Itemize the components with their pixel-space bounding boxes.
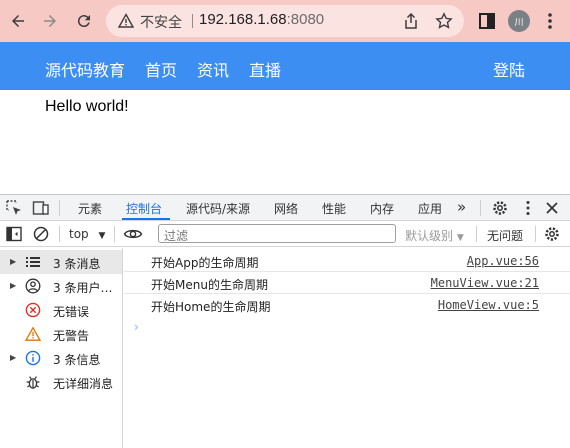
error-icon bbox=[25, 302, 41, 318]
sidebar-item-warnings[interactable]: 无警告 bbox=[0, 322, 122, 346]
warning-icon bbox=[25, 326, 41, 341]
tab-sources[interactable]: 源代码/来源 bbox=[186, 200, 250, 217]
issues-counter[interactable]: 无问题 bbox=[487, 227, 523, 244]
sidebar-item-label: 无详细消息 bbox=[53, 377, 114, 391]
log-levels-label: 默认级别 bbox=[405, 229, 454, 243]
sidebar-item-errors[interactable]: 无错误 bbox=[0, 298, 122, 322]
browser-toolbar: 不安全 192.168.1.68:8080 川 bbox=[0, 0, 570, 42]
context-value: top bbox=[69, 227, 89, 241]
sidebar-item-user-messages[interactable]: ▶ 3 条用户… bbox=[0, 274, 122, 298]
warning-triangle-icon bbox=[118, 13, 134, 28]
reload-icon bbox=[77, 15, 90, 28]
active-tab-indicator bbox=[122, 218, 170, 220]
console-log-row: 开始App的生命周期 App.vue:56 bbox=[124, 251, 570, 272]
sidebar-item-messages[interactable]: ▶ 3 条消息 bbox=[0, 250, 122, 274]
console-prompt[interactable]: › bbox=[134, 320, 139, 334]
more-menu-icon[interactable] bbox=[540, 11, 560, 31]
url-text[interactable]: 192.168.1.68:8080 bbox=[199, 11, 324, 28]
bookmark-star-icon[interactable] bbox=[435, 12, 453, 30]
console-sidebar: ▶ 3 条消息 ▶ 3 条用户… 无错误 无警告 ▶ 3 条信息 无详细消息 bbox=[0, 248, 123, 448]
console-log-row: 开始Home的生命周期 HomeView.vue:5 bbox=[124, 295, 570, 316]
filter-placeholder: 过滤 bbox=[164, 229, 189, 243]
nav-link-home[interactable]: 首页 bbox=[145, 57, 177, 81]
address-bar[interactable]: 不安全 192.168.1.68:8080 bbox=[106, 5, 464, 37]
eye-icon[interactable] bbox=[123, 225, 143, 243]
more-tabs-button[interactable]: » bbox=[457, 198, 466, 216]
back-button[interactable] bbox=[6, 9, 30, 33]
log-levels-dropdown[interactable]: 默认级别 ▼ bbox=[405, 227, 464, 244]
user-icon bbox=[25, 278, 41, 294]
forward-button[interactable] bbox=[38, 9, 62, 33]
device-toolbar-icon[interactable] bbox=[32, 199, 50, 217]
expand-caret-icon[interactable]: ▶ bbox=[10, 257, 16, 266]
tab-console[interactable]: 控制台 bbox=[126, 200, 162, 217]
log-message: 开始Home的生命周期 bbox=[151, 300, 271, 314]
insecure-label[interactable]: 不安全 bbox=[140, 12, 182, 32]
info-icon bbox=[25, 350, 41, 366]
console-log-row: 开始Menu的生命周期 MenuView.vue:21 bbox=[124, 273, 570, 294]
reload-button[interactable] bbox=[72, 9, 96, 33]
arrow-right-icon bbox=[44, 15, 56, 27]
log-source-link[interactable]: App.vue:56 bbox=[467, 254, 539, 268]
console-filterbar: top ▼ 过滤 默认级别 ▼ 无问题 bbox=[0, 221, 570, 247]
arrow-left-icon bbox=[12, 15, 24, 27]
inspect-element-icon[interactable] bbox=[5, 199, 23, 217]
expand-caret-icon[interactable]: ▶ bbox=[10, 281, 16, 290]
sidebar-toggle-icon[interactable] bbox=[5, 225, 23, 243]
sidebar-item-verbose[interactable]: 无详细消息 bbox=[0, 370, 122, 394]
log-message: 开始App的生命周期 bbox=[151, 256, 259, 270]
expand-caret-icon[interactable]: ▶ bbox=[10, 353, 16, 362]
sidebar-item-label: 3 条用户… bbox=[53, 281, 113, 295]
nav-link-live[interactable]: 直播 bbox=[249, 57, 281, 81]
sidebar-item-label: 无警告 bbox=[53, 329, 90, 343]
url-host: 192.168.1.68 bbox=[199, 11, 287, 28]
settings-gear-icon[interactable] bbox=[491, 199, 509, 217]
tab-memory[interactable]: 内存 bbox=[370, 200, 394, 217]
chevron-down-icon: ▼ bbox=[456, 233, 464, 243]
tab-application[interactable]: 应用 bbox=[418, 200, 442, 217]
clear-console-icon[interactable] bbox=[32, 225, 50, 243]
nav-link-brand[interactable]: 源代码教育 bbox=[45, 57, 125, 81]
tab-performance[interactable]: 性能 bbox=[322, 200, 346, 217]
log-source-link[interactable]: MenuView.vue:21 bbox=[431, 276, 539, 290]
omnibox-divider bbox=[192, 14, 193, 28]
tab-elements[interactable]: 元素 bbox=[78, 200, 102, 217]
filterbar-separator bbox=[59, 226, 60, 242]
nav-link-news[interactable]: 资讯 bbox=[197, 57, 229, 81]
share-icon[interactable] bbox=[402, 12, 420, 30]
devtools-tabbar: 元素 控制台 源代码/来源 网络 性能 内存 应用 » bbox=[0, 195, 570, 221]
filterbar-separator-2 bbox=[114, 226, 115, 242]
log-message: 开始Menu的生命周期 bbox=[151, 278, 268, 292]
tabbar-separator-right bbox=[480, 200, 481, 216]
login-link[interactable]: 登陆 bbox=[493, 57, 525, 81]
profile-avatar[interactable]: 川 bbox=[508, 10, 530, 32]
log-source-link[interactable]: HomeView.vue:5 bbox=[438, 298, 539, 312]
close-icon[interactable] bbox=[543, 199, 561, 217]
bug-icon bbox=[26, 376, 40, 389]
hello-text: Hello world! bbox=[45, 98, 129, 115]
chevron-down-icon: ▼ bbox=[98, 231, 106, 241]
filterbar-separator-4 bbox=[535, 226, 536, 242]
url-port: :8080 bbox=[286, 11, 325, 28]
sidebar-item-label: 3 条信息 bbox=[53, 353, 101, 367]
context-selector[interactable]: top ▼ bbox=[69, 227, 105, 241]
site-navbar: 源代码教育 首页 资讯 直播 登陆 bbox=[0, 42, 570, 90]
tab-network[interactable]: 网络 bbox=[274, 200, 298, 217]
list-icon bbox=[26, 257, 40, 267]
tabbar-separator bbox=[59, 200, 60, 216]
devtools-menu-icon[interactable] bbox=[519, 199, 537, 217]
side-panel-icon[interactable] bbox=[477, 11, 497, 31]
sidebar-item-label: 无错误 bbox=[53, 305, 90, 319]
console-settings-icon[interactable] bbox=[543, 225, 561, 243]
sidebar-item-label: 3 条消息 bbox=[53, 257, 101, 271]
sidebar-item-info[interactable]: ▶ 3 条信息 bbox=[0, 346, 122, 370]
filterbar-separator-3 bbox=[476, 226, 477, 242]
filter-input[interactable]: 过滤 bbox=[158, 224, 396, 243]
